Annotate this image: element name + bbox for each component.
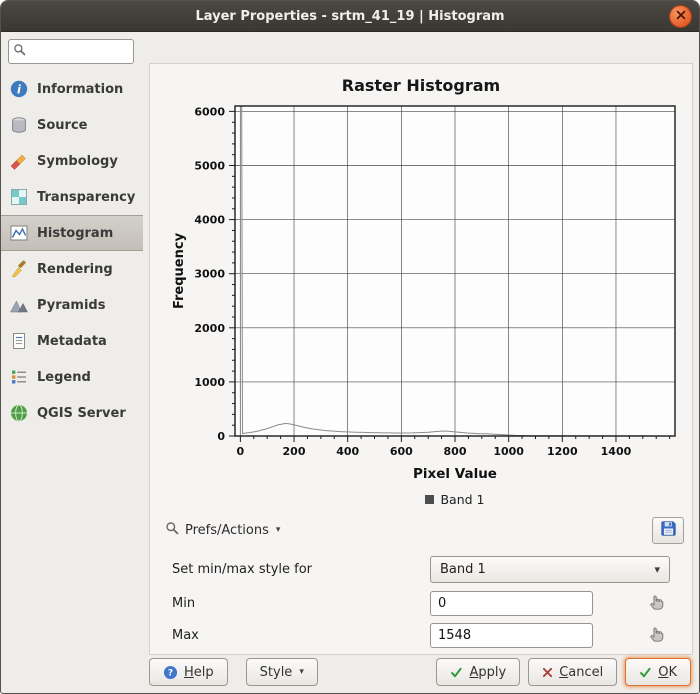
- hand-icon: [649, 625, 667, 646]
- information-icon: i: [9, 79, 29, 99]
- layer-properties-dialog: Layer Properties - srtm_41_19 | Histogra…: [0, 0, 700, 694]
- max-label: Max: [172, 622, 199, 649]
- apply-button[interactable]: Apply: [436, 658, 520, 686]
- source-icon: [9, 115, 29, 135]
- svg-text:1000: 1000: [493, 445, 524, 458]
- set-minmax-label: Set min/max style for: [172, 556, 312, 583]
- help-icon: ?: [163, 665, 178, 680]
- min-label: Min: [172, 590, 195, 617]
- svg-text:600: 600: [390, 445, 413, 458]
- svg-text:1400: 1400: [601, 445, 632, 458]
- pyramids-icon: [9, 295, 29, 315]
- apply-label: Apply: [469, 665, 506, 680]
- ok-button[interactable]: OK: [625, 658, 691, 686]
- sidebar-item-metadata[interactable]: Metadata: [1, 323, 143, 359]
- save-plot-button[interactable]: [652, 517, 684, 544]
- sidebar-item-transparency[interactable]: Transparency: [1, 179, 143, 215]
- max-row: Max: [150, 622, 692, 649]
- chevron-down-icon: ▾: [654, 563, 660, 576]
- close-icon: [676, 9, 686, 24]
- symbology-icon: [9, 151, 29, 171]
- metadata-icon: [9, 331, 29, 351]
- min-row: Min: [150, 590, 692, 617]
- transparency-icon: [9, 187, 29, 207]
- legend-marker: [425, 495, 434, 504]
- ok-label: OK: [658, 665, 677, 680]
- sidebar-item-legend[interactable]: Legend: [1, 359, 143, 395]
- svg-text:Frequency: Frequency: [172, 232, 187, 309]
- save-icon: [659, 519, 678, 541]
- band-select[interactable]: Band 1 ▾: [430, 556, 670, 583]
- max-load-button[interactable]: [645, 623, 671, 648]
- svg-text:4000: 4000: [194, 214, 225, 227]
- svg-text:800: 800: [444, 445, 467, 458]
- histogram-panel: Raster Histogram 0 200 400 600 800 1000 1200 14…: [149, 63, 693, 655]
- min-load-button[interactable]: [645, 591, 671, 616]
- window-title: Layer Properties - srtm_41_19 | Histogra…: [195, 9, 504, 24]
- chevron-down-icon: ▾: [299, 667, 304, 677]
- sidebar: i Information Source Symbology Transpare…: [1, 31, 143, 693]
- help-button[interactable]: ? Help: [149, 658, 228, 686]
- ok-check-icon: [639, 666, 652, 679]
- svg-text:1200: 1200: [547, 445, 578, 458]
- svg-text:1000: 1000: [194, 376, 225, 389]
- prefs-actions-row: Prefs/Actions ▾: [158, 516, 684, 544]
- x-axis-title: Pixel Value: [235, 466, 675, 482]
- chevron-down-icon: ▾: [276, 525, 281, 535]
- cancel-label: Cancel: [559, 665, 603, 680]
- legend-icon: [9, 367, 29, 387]
- sidebar-item-source[interactable]: Source: [1, 107, 143, 143]
- chart-title: Raster Histogram: [150, 76, 692, 95]
- dialog-footer: ? Help Style ▾ Apply Cancel OK: [149, 658, 691, 686]
- svg-text:5000: 5000: [194, 160, 225, 173]
- sidebar-item-histogram[interactable]: Histogram: [1, 215, 143, 251]
- search-input[interactable]: [29, 44, 123, 60]
- svg-text:3000: 3000: [194, 268, 225, 281]
- svg-text:200: 200: [283, 445, 306, 458]
- cancel-x-icon: [542, 667, 553, 678]
- qgis-server-icon: [9, 403, 29, 423]
- prefs-actions-label: Prefs/Actions: [185, 523, 269, 538]
- set-minmax-row: Set min/max style for Band 1 ▾: [150, 556, 692, 583]
- svg-text:400: 400: [336, 445, 359, 458]
- magnifier-icon: [165, 521, 179, 539]
- sidebar-item-symbology[interactable]: Symbology: [1, 143, 143, 179]
- svg-text:0: 0: [217, 430, 225, 443]
- min-input[interactable]: [430, 591, 593, 616]
- svg-text:6000: 6000: [194, 105, 225, 118]
- style-label: Style: [260, 665, 293, 680]
- svg-text:0: 0: [237, 445, 245, 458]
- prefs-actions-button[interactable]: Prefs/Actions ▾: [158, 517, 287, 543]
- search-icon: [13, 43, 26, 60]
- histogram-chart: 0 200 400 600 800 1000 1200 1400 0 1000 2000 3000 40…: [153, 98, 691, 466]
- max-input[interactable]: [430, 623, 593, 648]
- sidebar-item-rendering[interactable]: Rendering: [1, 251, 143, 287]
- footer-action-buttons: Apply Cancel OK: [436, 658, 691, 686]
- sidebar-item-pyramids[interactable]: Pyramids: [1, 287, 143, 323]
- sidebar-search: [8, 39, 134, 64]
- legend-label: Band 1: [440, 492, 484, 507]
- hand-icon: [649, 593, 667, 614]
- band-select-value: Band 1: [440, 562, 486, 577]
- sidebar-nav: i Information Source Symbology Transpare…: [1, 71, 143, 431]
- histogram-icon: [9, 223, 29, 243]
- sidebar-item-qgis-server[interactable]: QGIS Server: [1, 395, 143, 431]
- apply-check-icon: [450, 666, 463, 679]
- svg-text:?: ?: [168, 668, 173, 678]
- svg-text:2000: 2000: [194, 322, 225, 335]
- help-label: Help: [184, 665, 214, 680]
- chart-legend: Band 1: [235, 492, 675, 507]
- sidebar-item-information[interactable]: i Information: [1, 71, 143, 107]
- rendering-icon: [9, 259, 29, 279]
- style-button[interactable]: Style ▾: [246, 658, 318, 686]
- cancel-button[interactable]: Cancel: [528, 658, 617, 686]
- close-button[interactable]: [669, 5, 692, 28]
- titlebar[interactable]: Layer Properties - srtm_41_19 | Histogra…: [1, 1, 699, 32]
